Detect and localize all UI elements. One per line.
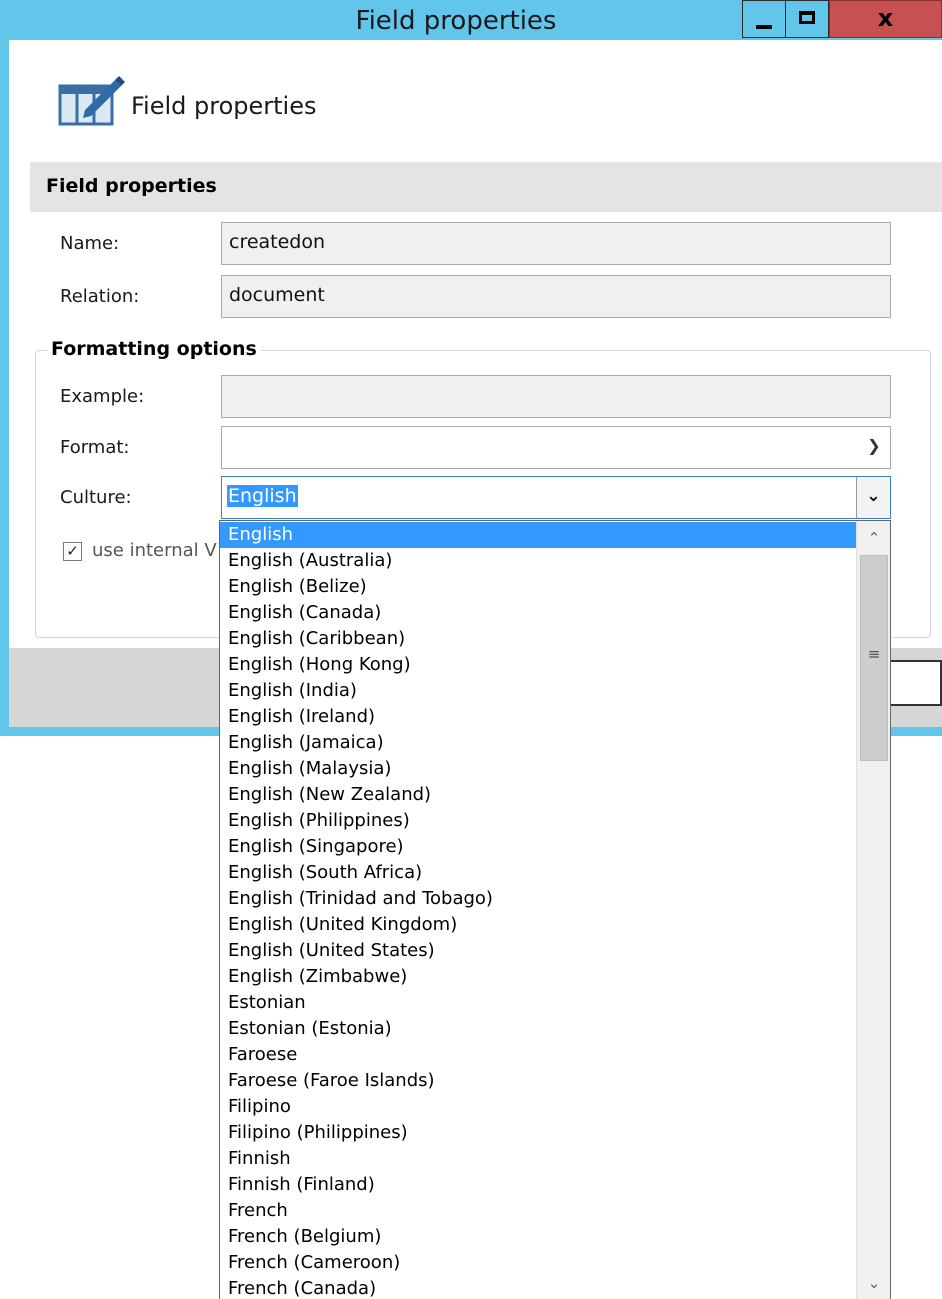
culture-option[interactable]: French (Cameroon) xyxy=(220,1250,856,1276)
culture-option[interactable]: Estonian xyxy=(220,990,856,1016)
title-bar[interactable]: Field properties x xyxy=(0,0,942,40)
example-field[interactable] xyxy=(221,375,891,418)
culture-select-value: English xyxy=(227,485,298,507)
section-header: Field properties xyxy=(30,162,942,212)
name-field[interactable]: createdon xyxy=(221,222,891,265)
maximize-icon xyxy=(799,11,815,24)
format-label: Format: xyxy=(60,437,130,458)
relation-field[interactable]: document xyxy=(221,275,891,318)
culture-option[interactable]: English xyxy=(220,522,856,548)
culture-option[interactable]: Filipino (Philippines) xyxy=(220,1120,856,1146)
culture-option[interactable]: English (South Africa) xyxy=(220,860,856,886)
culture-option[interactable]: French (Canada) xyxy=(220,1276,856,1299)
section-title: Field properties xyxy=(46,175,217,197)
culture-dropdown-list[interactable]: English English (Australia) English (Beliz… xyxy=(219,520,891,1299)
culture-option[interactable]: English (United Kingdom) xyxy=(220,912,856,938)
field-properties-icon xyxy=(58,76,125,126)
culture-option[interactable]: French (Belgium) xyxy=(220,1224,856,1250)
culture-option[interactable]: Filipino xyxy=(220,1094,856,1120)
use-internal-checkbox-label: use internal V xyxy=(92,540,217,561)
culture-option[interactable]: English (Australia) xyxy=(220,548,856,574)
culture-option[interactable]: English (New Zealand) xyxy=(220,782,856,808)
maximize-button[interactable] xyxy=(785,0,829,38)
close-icon: x xyxy=(877,4,894,32)
culture-option[interactable]: Estonian (Estonia) xyxy=(220,1016,856,1042)
relation-label: Relation: xyxy=(60,286,140,307)
header-title: Field properties xyxy=(131,92,317,120)
chevron-down-icon: ❯ xyxy=(867,436,881,455)
culture-option[interactable]: Faroese xyxy=(220,1042,856,1068)
name-label: Name: xyxy=(60,233,120,254)
culture-option[interactable]: English (Caribbean) xyxy=(220,626,856,652)
culture-option[interactable]: English (Belize) xyxy=(220,574,856,600)
chevron-down-icon: ⌄ xyxy=(866,486,881,506)
format-select[interactable]: ❯ xyxy=(221,426,891,469)
culture-option[interactable]: Finnish (Finland) xyxy=(220,1172,856,1198)
chevron-up-icon[interactable]: ⌃ xyxy=(857,521,890,555)
culture-option[interactable]: English (Philippines) xyxy=(220,808,856,834)
dropdown-scrollbar[interactable]: ⌃ ≡ ⌄ xyxy=(856,521,890,1299)
scrollbar-thumb[interactable]: ≡ xyxy=(860,555,888,761)
culture-option[interactable]: Finnish xyxy=(220,1146,856,1172)
close-button[interactable]: x xyxy=(829,0,942,38)
culture-option[interactable]: English (Singapore) xyxy=(220,834,856,860)
footer-button[interactable] xyxy=(885,660,942,706)
chevron-down-icon[interactable]: ⌄ xyxy=(857,1266,890,1299)
minimize-button[interactable] xyxy=(742,0,785,38)
culture-option[interactable]: English (Jamaica) xyxy=(220,730,856,756)
example-label: Example: xyxy=(60,386,145,407)
culture-select[interactable]: English ⌄ xyxy=(221,476,891,519)
culture-option[interactable]: English (United States) xyxy=(220,938,856,964)
minimize-icon xyxy=(756,25,772,29)
culture-option[interactable]: English (Canada) xyxy=(220,600,856,626)
culture-option[interactable]: French xyxy=(220,1198,856,1224)
culture-option[interactable]: English (Zimbabwe) xyxy=(220,964,856,990)
formatting-options-title: Formatting options xyxy=(47,338,261,360)
dialog-header: Field properties xyxy=(9,40,942,162)
grip-icon: ≡ xyxy=(867,645,881,663)
culture-option[interactable]: English (Hong Kong) xyxy=(220,652,856,678)
culture-option[interactable]: English (India) xyxy=(220,678,856,704)
culture-option[interactable]: English (Malaysia) xyxy=(220,756,856,782)
culture-option[interactable]: Faroese (Faroe Islands) xyxy=(220,1068,856,1094)
culture-option[interactable]: English (Trinidad and Tobago) xyxy=(220,886,856,912)
culture-label: Culture: xyxy=(60,487,132,508)
use-internal-checkbox[interactable]: ✓ xyxy=(63,542,82,561)
culture-dropdown-button[interactable]: ⌄ xyxy=(856,477,890,518)
culture-option[interactable]: English (Ireland) xyxy=(220,704,856,730)
